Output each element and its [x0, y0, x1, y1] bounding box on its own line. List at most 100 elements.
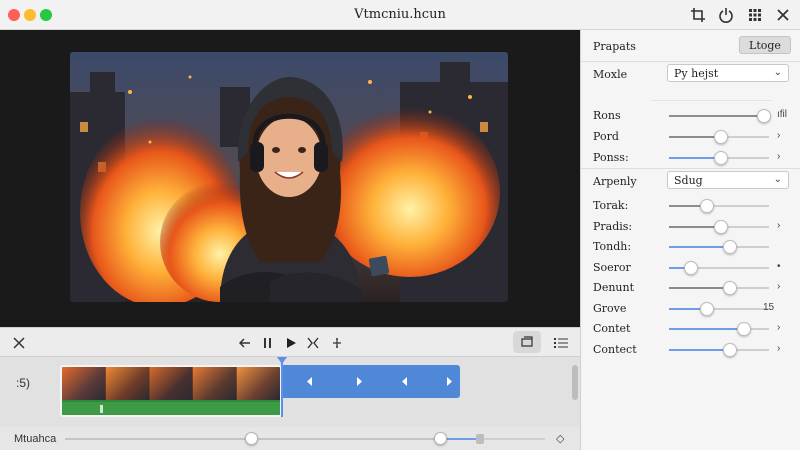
- slider-track[interactable]: [669, 281, 769, 295]
- slider-handle[interactable]: [723, 240, 737, 254]
- slider-track[interactable]: [669, 260, 769, 275]
- play-icon[interactable]: [282, 334, 300, 352]
- bottom-bar: Mtuahca ◇: [0, 427, 580, 450]
- inspector-panel: Prapats Ltoge Moxle Py hejst ⌄ Rons ıfil P…: [580, 30, 800, 450]
- close-icon[interactable]: [10, 334, 28, 352]
- mode-label: Moxle: [593, 68, 628, 81]
- clip-frame: [105, 367, 150, 400]
- slider-handle[interactable]: [723, 281, 737, 295]
- aspect-label: Arpenly: [593, 175, 637, 188]
- window-title: Vtmcniu.hcun: [354, 7, 446, 22]
- clip-frame: [62, 367, 106, 400]
- slider-label: Pradis:: [593, 219, 633, 233]
- slider-track[interactable]: [669, 109, 771, 123]
- preview-frame-illustration: [70, 52, 508, 302]
- slider-fill: [669, 287, 730, 289]
- transition-markers: [307, 377, 452, 386]
- inspector-header-label: Prapats: [593, 40, 636, 53]
- chevron-right-icon[interactable]: ›: [777, 220, 780, 231]
- slider-handle[interactable]: [714, 219, 728, 234]
- slider-handle[interactable]: [714, 130, 728, 144]
- slider-fill: [669, 115, 764, 117]
- pause-icon[interactable]: [259, 334, 277, 352]
- aspect-dropdown[interactable]: Sdug ⌄: [667, 171, 789, 189]
- video-clip[interactable]: [60, 365, 282, 417]
- slider-track[interactable]: [669, 130, 769, 144]
- clip-thumbnails: [62, 367, 280, 400]
- chevron-right-icon[interactable]: ›: [777, 130, 780, 141]
- slider-label: Contet: [593, 322, 631, 335]
- playhead: [281, 362, 283, 417]
- zoom-label: Mtuahca: [14, 433, 57, 445]
- clip-frame: [149, 367, 194, 400]
- slider-label: Denunt: [593, 281, 635, 294]
- power-icon[interactable]: [716, 5, 736, 25]
- slider-handle[interactable]: [684, 260, 698, 275]
- zoom-slider-track[interactable]: [65, 432, 445, 445]
- video-viewer: [0, 30, 580, 327]
- slider-handle[interactable]: [700, 301, 714, 316]
- audio-waveform: [100, 405, 103, 413]
- zoom-slider-handle[interactable]: [245, 432, 259, 445]
- slider-label: Rons: [593, 109, 621, 122]
- close-icon[interactable]: [773, 5, 793, 25]
- slider-label: Soeror: [593, 260, 631, 274]
- slider-value: •: [777, 260, 781, 272]
- crop-icon[interactable]: [688, 5, 708, 25]
- clip-frame: [237, 367, 280, 400]
- divider: [581, 61, 800, 62]
- split-icon[interactable]: [304, 334, 322, 352]
- slider-track[interactable]: [669, 240, 769, 254]
- grid-icon[interactable]: [745, 5, 765, 25]
- chevron-right-icon[interactable]: ›: [777, 322, 780, 333]
- range-start-handle[interactable]: [434, 432, 447, 445]
- timeline[interactable]: :5): [0, 357, 580, 427]
- chevron-right-icon[interactable]: ›: [777, 151, 780, 162]
- slider-value: 15: [763, 301, 775, 313]
- transport-bar: [0, 327, 580, 357]
- slider-value: ıfil: [777, 109, 787, 120]
- slider-label: Pord: [593, 130, 619, 143]
- inspector-header-button[interactable]: Ltoge: [739, 36, 791, 54]
- stack-icon[interactable]: [513, 331, 541, 353]
- slider-handle[interactable]: [700, 199, 714, 213]
- divider: [581, 168, 800, 169]
- range-end-handle[interactable]: [476, 434, 484, 444]
- slider-fill: [669, 348, 730, 351]
- slider-track[interactable]: [669, 322, 769, 336]
- add-icon[interactable]: [328, 334, 346, 352]
- slider-handle[interactable]: [714, 151, 728, 165]
- timeline-scrollbar[interactable]: [572, 365, 578, 400]
- slider-label: Torak:: [593, 199, 629, 212]
- range-slider-track[interactable]: [434, 432, 545, 445]
- slider-label: Tondh:: [593, 240, 632, 253]
- diamond-icon[interactable]: ◇: [556, 432, 564, 445]
- slider-track[interactable]: [669, 342, 769, 357]
- mode-dropdown[interactable]: Py hejst ⌄: [667, 64, 789, 82]
- aspect-dropdown-value: Sdug: [674, 174, 703, 187]
- title-bar: Vtmcniu.hcun: [0, 0, 800, 30]
- slider-track[interactable]: [669, 301, 769, 316]
- video-preview[interactable]: [70, 52, 508, 302]
- slider-track[interactable]: [669, 199, 769, 213]
- slider-label: Contect: [593, 342, 637, 356]
- slider-track[interactable]: [669, 151, 769, 165]
- list-icon[interactable]: [552, 334, 570, 352]
- divider: [651, 100, 771, 101]
- slider-handle[interactable]: [723, 342, 737, 357]
- rewind-icon[interactable]: [236, 334, 254, 352]
- slider-handle[interactable]: [737, 322, 751, 336]
- chevron-right-icon[interactable]: ›: [777, 343, 780, 354]
- slider-label: Grove: [593, 301, 627, 315]
- clip-frame: [193, 367, 238, 400]
- chevron-right-icon[interactable]: ›: [777, 281, 780, 292]
- track-label: :5): [16, 376, 31, 390]
- slider-handle[interactable]: [757, 109, 771, 123]
- slider-fill: [669, 246, 730, 248]
- slider-label: Ponss:: [593, 151, 629, 164]
- audio-track[interactable]: [62, 402, 280, 415]
- transition-clip[interactable]: [282, 365, 460, 398]
- slider-track[interactable]: [669, 219, 769, 234]
- slider-fill: [669, 328, 744, 330]
- mode-dropdown-value: Py hejst: [674, 67, 719, 80]
